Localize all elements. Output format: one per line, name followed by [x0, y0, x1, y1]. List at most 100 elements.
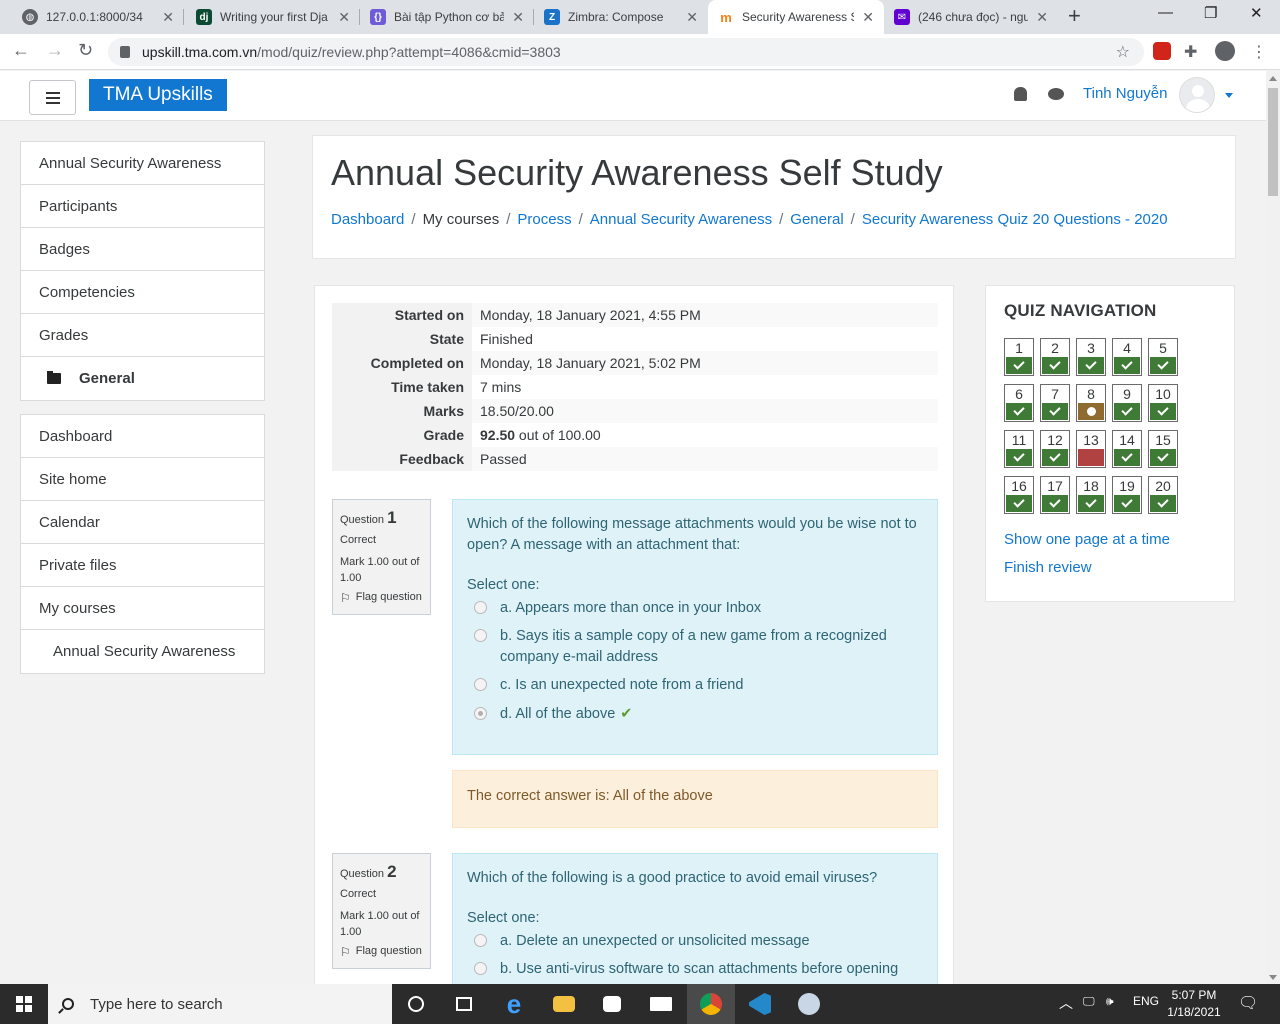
close-tab-icon[interactable]: ✕ — [512, 9, 524, 26]
quiz-nav-button-5[interactable]: 5 — [1148, 338, 1178, 376]
browser-tab-6[interactable]: ✉ (246 chưa đọc) - ngu ✕ — [884, 0, 1058, 34]
minimize-icon[interactable]: — — [1158, 4, 1173, 21]
vscode-icon[interactable] — [736, 984, 784, 1024]
answer-option-selected[interactable]: d. All of the above ✔ — [467, 704, 923, 725]
drawer-toggle-button[interactable] — [29, 80, 76, 115]
quiz-nav-button-14[interactable]: 14 — [1112, 430, 1142, 468]
nav-item-participants[interactable]: Participants — [21, 185, 264, 228]
radio-button-checked[interactable] — [474, 707, 487, 721]
page-scrollbar[interactable] — [1266, 71, 1280, 984]
quiz-nav-button-3[interactable]: 3 — [1076, 338, 1106, 376]
close-tab-icon[interactable]: ✕ — [338, 9, 350, 26]
shield-extension-icon[interactable] — [1153, 42, 1171, 60]
quiz-nav-button-15[interactable]: 15 — [1148, 430, 1178, 468]
breadcrumb-dashboard[interactable]: Dashboard — [331, 211, 404, 228]
quiz-nav-button-18[interactable]: 18 — [1076, 476, 1106, 514]
breadcrumb-quiz[interactable]: Security Awareness Quiz 20 Questions - 2… — [862, 211, 1168, 228]
browser-tab-2[interactable]: dj Writing your first Dja ✕ — [186, 0, 360, 34]
breadcrumb-process[interactable]: Process — [517, 211, 571, 228]
paint-icon[interactable] — [785, 984, 833, 1024]
flag-question-button[interactable]: ⚐ Flag question — [340, 944, 423, 961]
brand-logo[interactable]: TMA Upskills — [89, 79, 227, 111]
close-tab-icon[interactable]: ✕ — [162, 9, 174, 26]
chrome-icon[interactable] — [687, 984, 735, 1024]
quiz-nav-button-7[interactable]: 7 — [1040, 384, 1070, 422]
reload-icon[interactable]: ↻ — [78, 40, 93, 61]
nav-item-general[interactable]: General — [21, 357, 264, 400]
quiz-nav-button-6[interactable]: 6 — [1004, 384, 1034, 422]
radio-button[interactable] — [474, 601, 487, 615]
quiz-nav-button-19[interactable]: 19 — [1112, 476, 1142, 514]
bookmark-star-icon[interactable]: ☆ — [1116, 42, 1130, 62]
nav-item-course[interactable]: Annual Security Awareness — [21, 142, 264, 185]
quiz-nav-button-9[interactable]: 9 — [1112, 384, 1142, 422]
quiz-nav-button-13[interactable]: 13 — [1076, 430, 1106, 468]
notifications-icon[interactable]: 🗨 — [1238, 993, 1258, 1013]
nav-item-badges[interactable]: Badges — [21, 228, 264, 271]
close-tab-icon[interactable]: ✕ — [686, 9, 698, 26]
nav-item-calendar[interactable]: Calendar — [21, 501, 264, 544]
file-explorer-icon[interactable] — [540, 984, 588, 1024]
quiz-nav-button-4[interactable]: 4 — [1112, 338, 1142, 376]
forward-icon[interactable]: → — [46, 40, 64, 61]
close-tab-icon[interactable]: ✕ — [862, 9, 874, 26]
extensions-puzzle-icon[interactable]: ✚ — [1184, 42, 1197, 62]
answer-option[interactable]: c. Is an unexpected note from a friend — [467, 675, 923, 696]
quiz-nav-button-1[interactable]: 1 — [1004, 338, 1034, 376]
quiz-nav-button-20[interactable]: 20 — [1148, 476, 1178, 514]
answer-option[interactable]: a. Delete an unexpected or unsolicited m… — [467, 931, 923, 952]
cortana-icon[interactable] — [392, 984, 440, 1024]
task-view-icon[interactable] — [440, 984, 488, 1024]
nav-item-grades[interactable]: Grades — [21, 314, 264, 357]
restore-icon[interactable]: ❐ — [1204, 4, 1217, 22]
quiz-nav-button-12[interactable]: 12 — [1040, 430, 1070, 468]
quiz-nav-button-11[interactable]: 11 — [1004, 430, 1034, 468]
network-icon[interactable]: 🖵 — [1083, 994, 1095, 1009]
edge-icon[interactable]: e — [490, 984, 538, 1024]
answer-option[interactable]: b. Says itis a sample copy of a new game… — [467, 626, 923, 668]
scroll-down-icon[interactable] — [1269, 975, 1277, 980]
taskbar-search[interactable]: Type here to search — [48, 984, 392, 1024]
tray-chevron-icon[interactable]: ︿ — [1059, 993, 1073, 1013]
volume-icon[interactable]: 🕪 — [1106, 994, 1114, 1009]
close-window-icon[interactable]: ✕ — [1250, 4, 1263, 22]
radio-button[interactable] — [474, 962, 487, 976]
answer-option[interactable]: a. Appears more than once in your Inbox — [467, 598, 923, 619]
nav-item-private-files[interactable]: Private files — [21, 544, 264, 587]
profile-icon[interactable] — [1215, 41, 1235, 61]
browser-tab-1[interactable]: ◍ 127.0.0.1:8000/34 ✕ — [12, 0, 184, 34]
close-tab-icon[interactable]: ✕ — [1036, 9, 1048, 26]
show-one-page-link[interactable]: Show one page at a time — [1004, 531, 1170, 548]
radio-button[interactable] — [474, 934, 487, 948]
quiz-nav-button-10[interactable]: 10 — [1148, 384, 1178, 422]
store-icon[interactable] — [588, 984, 636, 1024]
radio-button[interactable] — [474, 678, 487, 692]
browser-tab-4[interactable]: Z Zimbra: Compose ✕ — [534, 0, 708, 34]
quiz-nav-button-17[interactable]: 17 — [1040, 476, 1070, 514]
back-icon[interactable]: ← — [12, 40, 30, 61]
quiz-nav-button-2[interactable]: 2 — [1040, 338, 1070, 376]
new-tab-icon[interactable]: + — [1068, 3, 1081, 29]
taskbar-clock[interactable]: 5:07 PM 1/18/2021 — [1156, 987, 1232, 1021]
avatar[interactable] — [1179, 77, 1215, 113]
radio-button[interactable] — [474, 629, 487, 643]
user-menu-caret-icon[interactable] — [1225, 93, 1233, 98]
breadcrumb-course[interactable]: Annual Security Awareness — [590, 211, 772, 228]
flag-question-button[interactable]: ⚐ Flag question — [340, 590, 423, 607]
start-button-icon[interactable] — [16, 996, 32, 1012]
browser-tab-5[interactable]: m Security Awareness S ✕ — [708, 0, 884, 34]
address-bar[interactable]: upskill.tma.com.vn/mod/quiz/review.php?a… — [108, 38, 1144, 66]
user-name[interactable]: Tinh Nguyễn — [1083, 85, 1168, 102]
nav-item-my-courses[interactable]: My courses — [21, 587, 264, 630]
messages-icon[interactable] — [1048, 88, 1064, 100]
nav-item-course-link[interactable]: Annual Security Awareness — [21, 630, 264, 673]
notification-bell-icon[interactable] — [1014, 87, 1027, 101]
quiz-nav-button-16[interactable]: 16 — [1004, 476, 1034, 514]
breadcrumb-general[interactable]: General — [790, 211, 843, 228]
nav-item-site-home[interactable]: Site home — [21, 458, 264, 501]
finish-review-link[interactable]: Finish review — [1004, 559, 1092, 576]
browser-tab-3[interactable]: {} Bài tập Python cơ bả ✕ — [360, 0, 534, 34]
answer-option[interactable]: b. Use anti-virus software to scan attac… — [467, 959, 923, 980]
nav-item-competencies[interactable]: Competencies — [21, 271, 264, 314]
quiz-nav-button-8[interactable]: 8 — [1076, 384, 1106, 422]
